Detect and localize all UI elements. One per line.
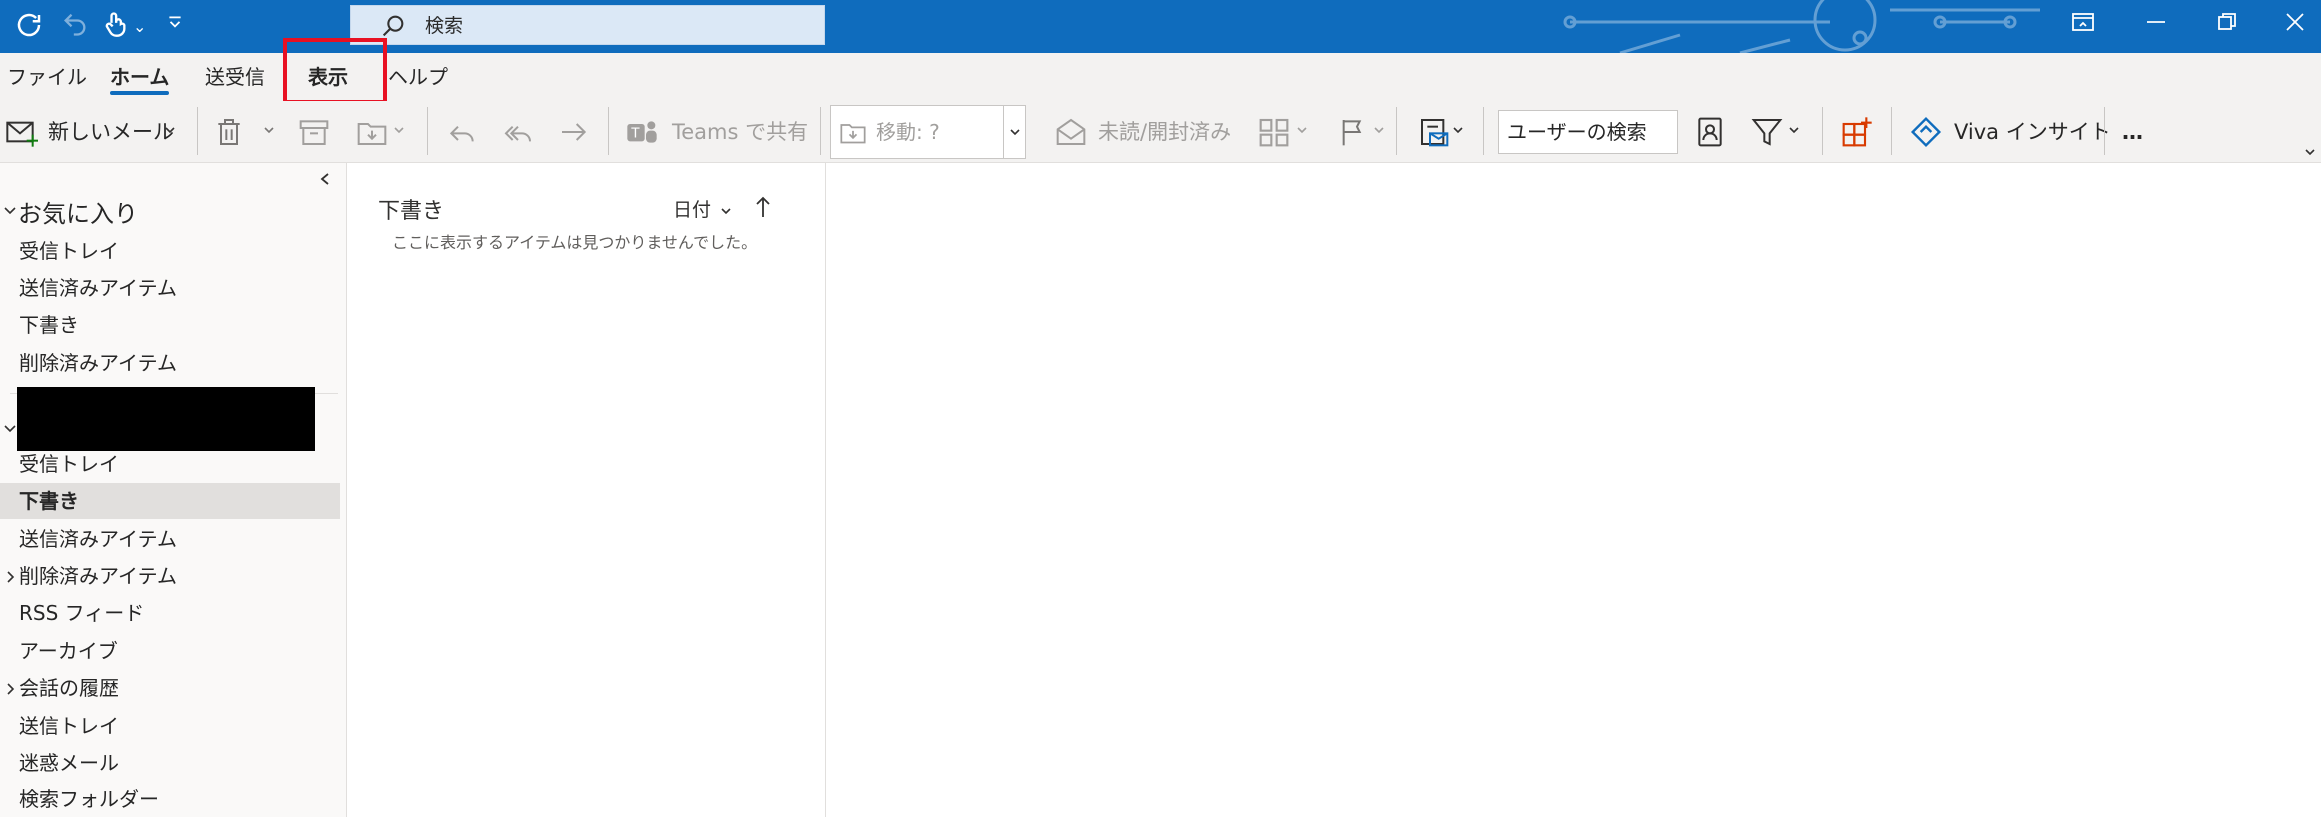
- new-mail-button[interactable]: 新しいメール: [48, 109, 174, 155]
- toolbar-divider: [1396, 107, 1397, 155]
- address-book-icon[interactable]: [1694, 116, 1726, 148]
- teams-share-button[interactable]: Teams で共有: [672, 109, 808, 155]
- viva-insights-button[interactable]: Viva インサイト: [1954, 109, 2111, 155]
- sort-by-label: 日付: [673, 199, 712, 221]
- reply-all-icon[interactable]: [502, 116, 534, 148]
- categorize-chevron-icon[interactable]: [1295, 123, 1309, 137]
- categorize-icon[interactable]: [1258, 116, 1290, 148]
- folder-search-folders[interactable]: 検索フォルダー: [0, 781, 340, 817]
- coherence-mode-icon[interactable]: [2048, 0, 2118, 53]
- user-search-field[interactable]: ユーザーの検索: [1498, 110, 1678, 154]
- move-label: 移動: ?: [876, 120, 940, 144]
- teams-icon[interactable]: T: [626, 116, 658, 148]
- delete-chevron-icon[interactable]: [262, 123, 276, 137]
- favorite-deleted-items[interactable]: 削除済みアイテム: [0, 345, 340, 381]
- folder-drafts[interactable]: 下書き: [0, 483, 340, 519]
- folder-junk-email[interactable]: 迷惑メール: [0, 745, 340, 781]
- touch-mode-icon[interactable]: [98, 10, 132, 44]
- favorite-drafts[interactable]: 下書き: [0, 307, 340, 343]
- toolbar-divider: [2104, 107, 2105, 155]
- move-dropdown-chevron-icon[interactable]: [1003, 106, 1025, 158]
- folder-inbox[interactable]: 受信トレイ: [0, 446, 340, 482]
- collapse-pane-icon[interactable]: [318, 171, 332, 187]
- filter-chevron-icon[interactable]: [1787, 123, 1801, 137]
- folder-outbox[interactable]: 送信トレイ: [0, 708, 340, 744]
- tab-file[interactable]: ファイル: [7, 53, 87, 101]
- get-add-ins-icon[interactable]: [1841, 116, 1873, 148]
- filter-icon[interactable]: [1751, 116, 1783, 148]
- folder-pane: お気に入り 受信トレイ 送信済みアイテム 下書き 削除済みアイテム 受信トレイ …: [0, 163, 347, 817]
- search-box[interactable]: 検索: [350, 5, 825, 45]
- favorites-header[interactable]: お気に入り: [18, 194, 138, 229]
- message-list-folder-title: 下書き: [378, 199, 445, 224]
- sort-direction-arrow-icon[interactable]: [754, 195, 772, 219]
- sort-chevron-icon: [721, 207, 731, 214]
- folder-archive[interactable]: アーカイブ: [0, 633, 340, 669]
- read-unread-button[interactable]: 未読/開封済み: [1098, 109, 1231, 155]
- move-folder-icon: [840, 124, 866, 144]
- delete-icon[interactable]: [213, 116, 245, 148]
- toolbar-divider: [197, 107, 198, 155]
- new-mail-icon: [6, 121, 38, 147]
- toolbar-divider: [608, 107, 609, 155]
- view-tab-highlight: [283, 38, 387, 104]
- minimize-icon[interactable]: [2121, 0, 2191, 53]
- forward-icon[interactable]: [558, 116, 590, 148]
- undo-icon[interactable]: [58, 10, 92, 44]
- favorite-inbox[interactable]: 受信トレイ: [0, 233, 340, 269]
- redacted-account-name: [17, 387, 315, 451]
- favorite-sent-items[interactable]: 送信済みアイテム: [0, 270, 340, 306]
- close-icon[interactable]: [2260, 0, 2321, 53]
- favorites-chevron-icon[interactable]: [3, 203, 17, 219]
- more-options-button[interactable]: …: [2122, 109, 2143, 155]
- rules-icon[interactable]: [1418, 116, 1450, 148]
- rules-chevron-icon[interactable]: [1451, 123, 1465, 137]
- search-placeholder: 検索: [425, 15, 464, 37]
- archive-icon[interactable]: [298, 116, 330, 148]
- toolbar-divider: [1891, 107, 1892, 155]
- move-to-folder-icon[interactable]: [356, 116, 388, 148]
- user-search-placeholder: ユーザーの検索: [1507, 120, 1647, 144]
- empty-list-message: ここに表示するアイテムは見つかりませんでした。: [392, 233, 758, 252]
- ribbon-expand-chevron-icon[interactable]: [2303, 145, 2317, 159]
- tab-help[interactable]: ヘルプ: [388, 53, 448, 101]
- move-chevron-icon[interactable]: [392, 123, 406, 137]
- flag-chevron-icon[interactable]: [1372, 123, 1386, 137]
- read-unread-icon[interactable]: [1055, 116, 1087, 148]
- message-list: 下書き 日付 ここに表示するアイテムは見つかりませんでした。: [348, 163, 826, 817]
- toolbar-divider: [1822, 107, 1823, 155]
- move-dropdown[interactable]: 移動: ?: [830, 105, 1026, 159]
- account-chevron-icon[interactable]: [3, 421, 17, 437]
- folder-rss-feeds[interactable]: RSS フィード: [0, 595, 340, 631]
- customize-toolbar-icon[interactable]: [166, 12, 184, 42]
- tab-send-receive[interactable]: 送受信: [205, 53, 265, 101]
- tab-home[interactable]: ホーム: [110, 53, 170, 101]
- background-circuit-decoration: [1563, 0, 2040, 53]
- sync-icon[interactable]: [12, 10, 46, 44]
- svg-text:T: T: [630, 126, 640, 141]
- flag-icon[interactable]: [1337, 116, 1369, 148]
- folder-deleted-items[interactable]: 削除済みアイテム: [0, 558, 340, 594]
- new-mail-chevron-icon[interactable]: [163, 123, 177, 137]
- sort-by-dropdown[interactable]: 日付: [673, 195, 733, 222]
- reading-pane: [827, 163, 2321, 817]
- search-icon: [382, 15, 404, 37]
- reply-icon[interactable]: [446, 116, 478, 148]
- restore-icon[interactable]: [2192, 0, 2262, 53]
- folder-sent-items[interactable]: 送信済みアイテム: [0, 521, 340, 557]
- toolbar-divider: [1483, 107, 1484, 155]
- touch-mode-chevron-icon[interactable]: ⌄: [133, 12, 146, 42]
- ribbon-toolbar: 新しいメール T Teams で共有 未読/開封済み Viva インサイト …: [0, 101, 2321, 163]
- toolbar-divider: [820, 107, 821, 155]
- folder-conversation-history[interactable]: 会話の履歴: [0, 670, 340, 706]
- viva-insights-icon[interactable]: [1910, 116, 1942, 148]
- toolbar-divider: [427, 107, 428, 155]
